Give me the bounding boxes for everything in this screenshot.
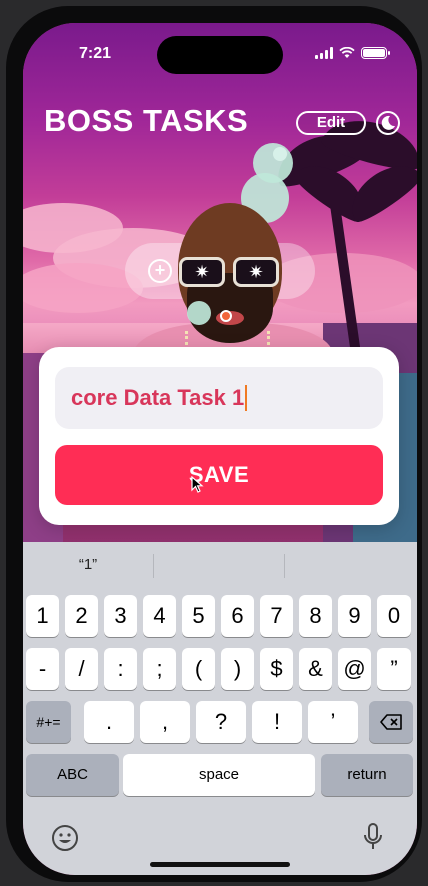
key-7[interactable]: 7	[260, 595, 293, 637]
lens: ✷	[233, 257, 279, 287]
key-symbols-toggle[interactable]: #+=	[26, 701, 71, 743]
screen: 7:21 BOSS TASKS Edit + ✷ ✷ core Data Tas…	[23, 23, 417, 875]
app-title: BOSS TASKS	[44, 103, 249, 138]
key-return[interactable]: return	[321, 754, 413, 796]
key-comma[interactable]: ,	[140, 701, 190, 743]
new-task-card: core Data Task 1 SAVE	[39, 347, 399, 525]
status-bar: 7:21	[23, 45, 417, 67]
keyboard-bottom-bar	[23, 822, 417, 875]
edit-button[interactable]: Edit	[296, 111, 366, 135]
key-period[interactable]: .	[84, 701, 134, 743]
cigar-tip	[220, 310, 232, 322]
key-exclamation[interactable]: !	[252, 701, 302, 743]
cellular-signal-icon	[315, 47, 333, 59]
sunglasses: ✷ ✷	[177, 257, 285, 289]
home-indicator[interactable]	[150, 862, 290, 867]
key-2[interactable]: 2	[65, 595, 98, 637]
prediction-bar: “1”	[23, 542, 417, 588]
backspace-icon	[380, 714, 402, 730]
lens: ✷	[179, 257, 225, 287]
key-1[interactable]: 1	[26, 595, 59, 637]
key-abc[interactable]: ABC	[26, 754, 119, 796]
key-ampersand[interactable]: &	[299, 648, 332, 690]
status-icons	[315, 47, 390, 59]
smoke	[273, 147, 287, 161]
prediction-suggestion[interactable]	[154, 542, 284, 588]
key-4[interactable]: 4	[143, 595, 176, 637]
text-caret	[245, 385, 248, 411]
battery-icon	[361, 47, 390, 59]
key-at[interactable]: @	[338, 648, 371, 690]
pointer-cursor-icon	[191, 476, 204, 493]
key-quote[interactable]: ”	[377, 648, 411, 690]
prediction-suggestion[interactable]	[285, 542, 417, 588]
device-bezel: 7:21 BOSS TASKS Edit + ✷ ✷ core Data Tas…	[0, 0, 428, 886]
key-3[interactable]: 3	[104, 595, 137, 637]
phone-frame: 7:21 BOSS TASKS Edit + ✷ ✷ core Data Tas…	[6, 6, 422, 882]
key-dollar[interactable]: $	[260, 648, 293, 690]
key-question[interactable]: ?	[196, 701, 246, 743]
prediction-suggestion[interactable]: “1”	[23, 542, 153, 588]
key-slash[interactable]: /	[65, 648, 98, 690]
key-open-paren[interactable]: (	[182, 648, 215, 690]
key-backspace[interactable]	[369, 701, 413, 743]
smoke	[187, 301, 211, 325]
key-apostrophe[interactable]: ’	[308, 701, 358, 743]
task-name-value: core Data Task 1	[71, 385, 245, 410]
key-semicolon[interactable]: ;	[143, 648, 176, 690]
theme-toggle-button[interactable]	[375, 110, 401, 136]
key-5[interactable]: 5	[182, 595, 215, 637]
task-name-input[interactable]: core Data Task 1	[55, 367, 383, 429]
moon-icon	[376, 111, 400, 135]
key-close-paren[interactable]: )	[221, 648, 254, 690]
keyboard: “1” 1 2 3 4 5 6 7 8 9 0 - /: ; () $ & …	[23, 542, 417, 875]
key-space[interactable]: space	[123, 754, 315, 796]
emoji-icon[interactable]	[51, 824, 79, 852]
wifi-icon	[339, 47, 355, 58]
key-6[interactable]: 6	[221, 595, 254, 637]
save-button[interactable]: SAVE	[55, 445, 383, 505]
microphone-icon[interactable]	[363, 822, 383, 852]
key-hyphen[interactable]: -	[26, 648, 59, 690]
key-8[interactable]: 8	[299, 595, 332, 637]
key-9[interactable]: 9	[338, 595, 371, 637]
key-0[interactable]: 0	[377, 595, 411, 637]
key-colon[interactable]: :	[104, 648, 137, 690]
status-time: 7:21	[79, 45, 112, 62]
